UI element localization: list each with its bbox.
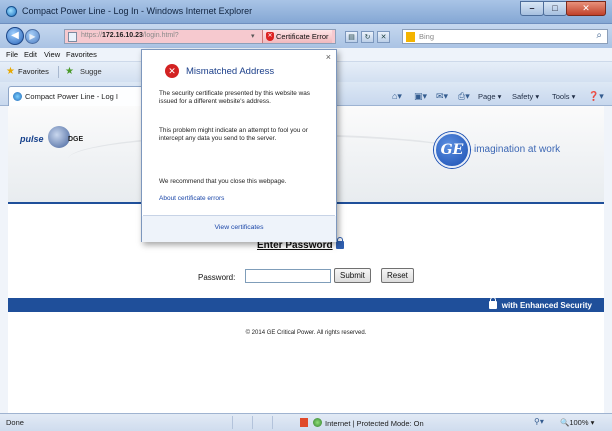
address-dropdown-icon[interactable]: ▾ <box>251 32 255 40</box>
certificate-error-label: Certificate Error <box>276 32 329 41</box>
compat-icon: ▤ <box>348 34 355 41</box>
search-input[interactable]: Bing ⌕ <box>402 29 608 44</box>
pulse-edge-logo: pulse DGE <box>20 126 100 154</box>
ie-icon <box>6 6 17 17</box>
back-arrow-icon: ◀ <box>11 30 19 41</box>
popup-message: The security certificate presented by th… <box>159 90 310 106</box>
close-window-button[interactable]: ✕ <box>566 1 606 16</box>
mail-icon[interactable]: ✉▾ <box>436 91 448 102</box>
back-button[interactable]: ◀ <box>6 27 24 45</box>
minimize-button[interactable]: – <box>520 1 544 16</box>
favorites-divider <box>58 66 59 78</box>
copyright-text: © 2014 GE Critical Power. All rights res… <box>245 330 367 336</box>
menu-view[interactable]: View <box>44 50 60 59</box>
ge-tagline: imagination at work <box>474 144 561 155</box>
home-icon[interactable]: ⌂▾ <box>392 91 402 102</box>
password-label: Password: <box>198 273 236 282</box>
view-certificates-link[interactable]: View certificates <box>142 224 336 231</box>
window-controls: – □ ✕ <box>520 1 606 16</box>
logo-orb-icon <box>48 126 70 148</box>
add-favorite-icon[interactable]: ★ <box>65 66 74 77</box>
search-placeholder: Bing <box>419 32 435 41</box>
feeds-icon[interactable]: ▣▾ <box>414 91 427 102</box>
reset-button[interactable]: Reset <box>381 268 414 283</box>
safety-menu[interactable]: Safety ▾ <box>512 92 539 101</box>
minimize-icon: – <box>529 3 535 13</box>
lock-icon <box>335 237 344 249</box>
shield-error-icon: ✕ <box>266 32 274 41</box>
popup-close-button[interactable]: × <box>326 52 331 62</box>
status-bar: Done Internet | Protected Mode: On ⚲▾ 🔍1… <box>0 413 612 431</box>
security-label: with Enhanced Security <box>488 297 592 310</box>
window-titlebar: Compact Power Line - Log In - Windows In… <box>0 0 612 24</box>
logo-text-pulse: pulse <box>20 134 44 144</box>
help-icon[interactable]: ❓▾ <box>588 91 604 102</box>
error-shield-icon: ✕ <box>165 64 179 78</box>
status-divider <box>252 416 253 429</box>
password-field[interactable] <box>245 269 331 283</box>
bing-icon <box>406 32 415 42</box>
page-icon <box>68 32 77 42</box>
zoom-level[interactable]: 🔍100% ▾ <box>560 418 594 427</box>
submit-button[interactable]: Submit <box>334 268 371 283</box>
certificate-error-button[interactable]: ✕ Certificate Error <box>262 30 332 43</box>
tab-label: Compact Power Line - Log I <box>25 92 118 101</box>
close-icon: ✕ <box>582 3 590 13</box>
search-icon[interactable]: ⌕ <box>596 30 602 41</box>
menu-edit[interactable]: Edit <box>24 50 37 59</box>
security-lock-icon <box>488 297 497 309</box>
popup-warning: This problem might indicate an attempt t… <box>159 127 308 143</box>
refresh-button[interactable]: ↻ <box>361 31 374 43</box>
compatibility-view-button[interactable]: ▤ <box>345 31 358 43</box>
forward-arrow-icon: ▶ <box>29 32 36 41</box>
ge-mark: GE <box>440 142 464 158</box>
popup-title: Mismatched Address <box>186 66 275 77</box>
page-menu[interactable]: Page ▾ <box>478 92 501 101</box>
status-divider <box>272 416 273 429</box>
stop-button[interactable]: ✕ <box>377 31 390 43</box>
ge-logo: GE <box>434 132 470 168</box>
popup-recommendation: We recommend that you close this webpage… <box>159 178 287 185</box>
suggested-sites-link[interactable]: Sugge <box>80 67 102 76</box>
forward-button[interactable]: ▶ <box>25 29 40 44</box>
url-text: https://172.16.10.23/login.html? <box>81 32 179 39</box>
print-icon[interactable]: ⎙▾ <box>458 91 470 102</box>
favorites-star-icon[interactable]: ★ <box>6 66 15 77</box>
about-certificate-errors-link[interactable]: About certificate errors <box>159 195 224 202</box>
refresh-icon: ↻ <box>364 34 371 41</box>
popup-blocker-icon <box>300 418 308 427</box>
window-title: Compact Power Line - Log In - Windows In… <box>22 6 253 16</box>
maximize-button[interactable]: □ <box>543 1 567 16</box>
tab-compact-power-line[interactable]: Compact Power Line - Log I <box>8 86 144 106</box>
menu-favorites[interactable]: Favorites <box>66 50 97 59</box>
stop-icon: ✕ <box>380 34 387 41</box>
status-text: Done <box>6 418 24 427</box>
change-zoom-icon[interactable]: ⚲▾ <box>534 417 544 426</box>
menu-file[interactable]: File <box>6 50 18 59</box>
favorites-button[interactable]: Favorites <box>18 67 49 76</box>
security-zone[interactable]: Internet | Protected Mode: On <box>300 418 424 428</box>
address-bar[interactable]: https://172.16.10.23/login.html? ▾ ✕ Cer… <box>64 29 336 44</box>
security-bar: with Enhanced Security <box>8 297 604 312</box>
maximize-icon: □ <box>552 3 558 13</box>
status-divider <box>232 416 233 429</box>
tab-favicon <box>13 92 22 101</box>
logo-text-edge: DGE <box>68 136 84 143</box>
tools-menu[interactable]: Tools ▾ <box>552 92 575 101</box>
globe-icon <box>313 418 322 427</box>
address-row: ◀ ▶ https://172.16.10.23/login.html? ▾ ✕… <box>0 24 612 48</box>
certificate-error-popup: × ✕ Mismatched Address The security cert… <box>141 49 337 242</box>
